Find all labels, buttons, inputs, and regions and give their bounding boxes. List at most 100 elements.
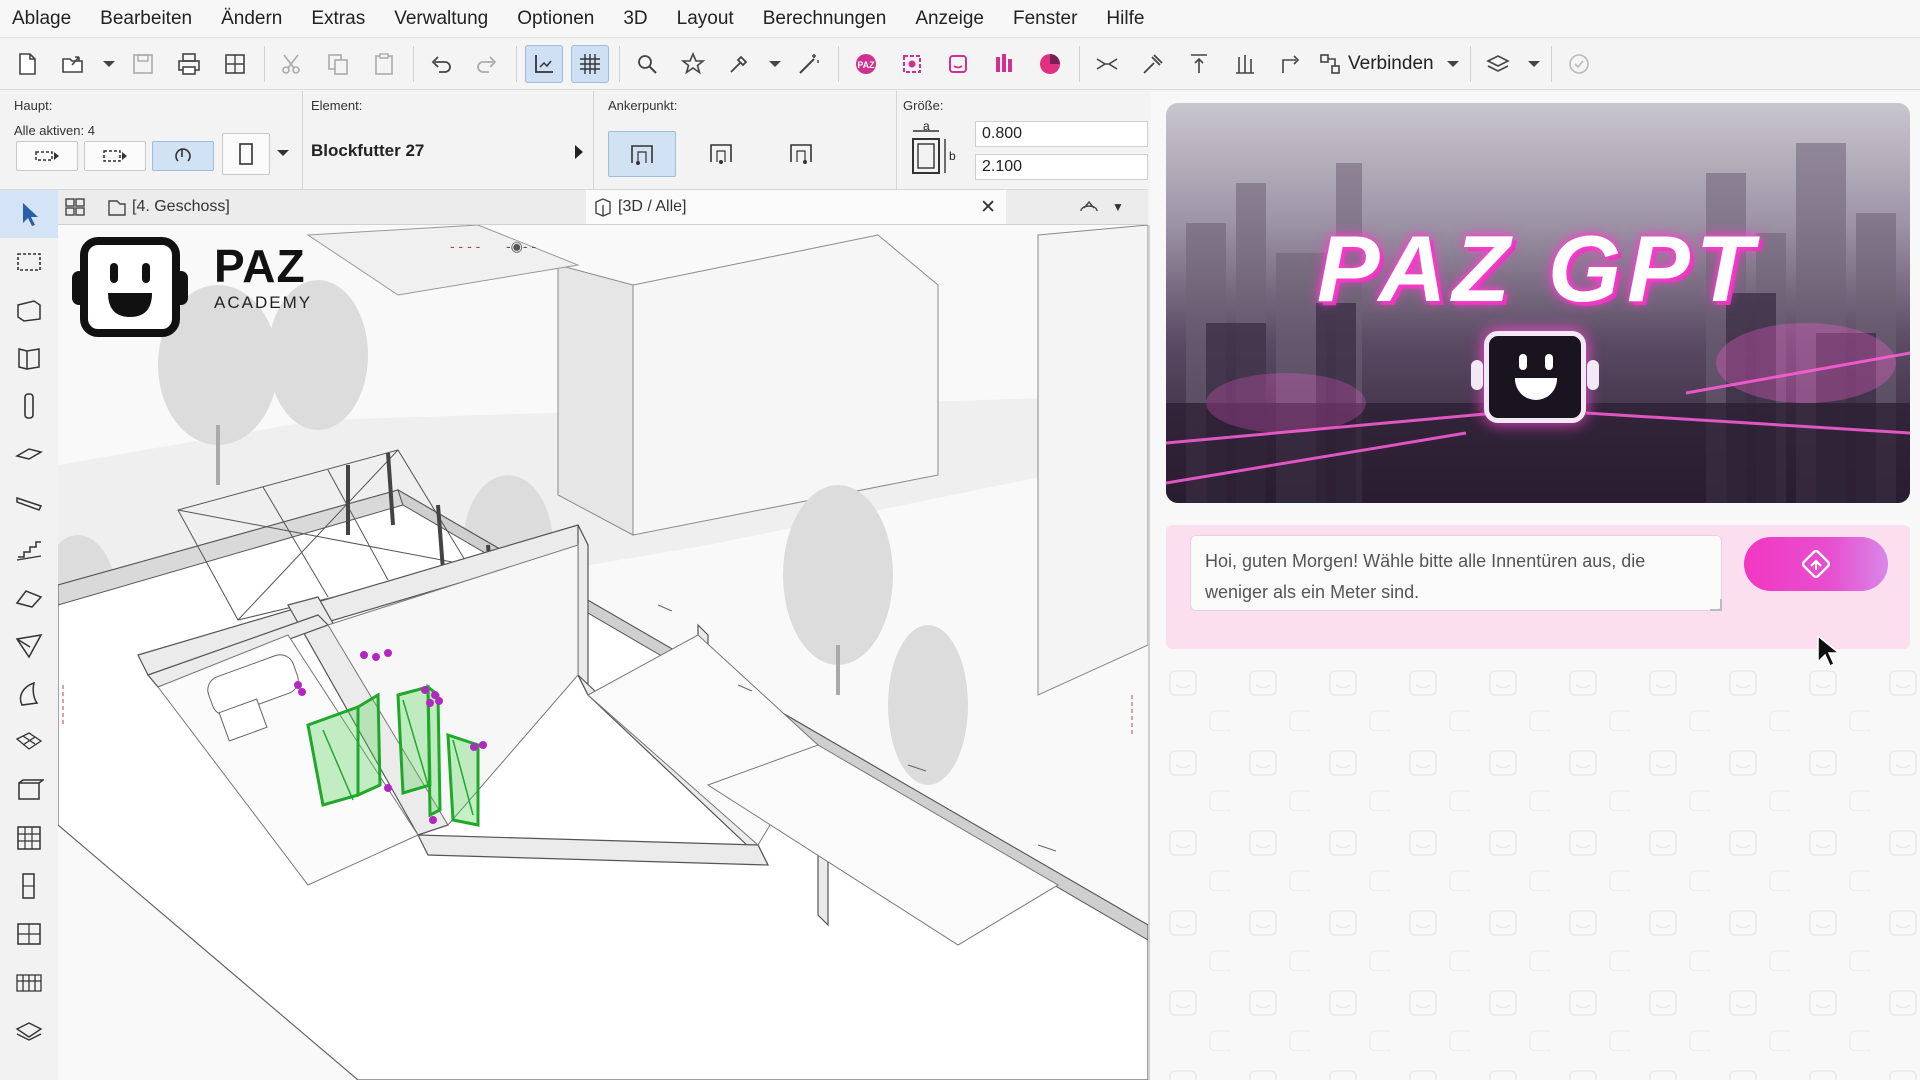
menu-fenster[interactable]: Fenster [1013,8,1077,30]
selection-filter-button[interactable] [84,141,146,171]
elevate-icon[interactable] [1180,45,1218,83]
chevron-down-icon[interactable] [274,133,292,173]
paz-academy-logo: PAZ ACADEMY [70,233,312,343]
cut-icon[interactable] [273,45,311,83]
favorites-star-icon[interactable] [674,45,712,83]
element-value[interactable]: Blockfutter 27 [311,141,424,161]
tab-floor-plan-label: [4. Geschoss] [132,198,230,215]
close-icon[interactable]: ✕ [980,196,996,219]
columns-plugin-icon[interactable] [985,45,1023,83]
column-tool-icon[interactable] [0,382,58,430]
svg-text:PAZ: PAZ [857,60,875,70]
stair-tool-icon[interactable] [0,526,58,574]
eyedropper-icon[interactable] [720,45,758,83]
menu-optionen[interactable]: Optionen [517,8,594,30]
dimension-b-label: b [949,149,956,163]
publish-icon[interactable] [216,45,254,83]
door-tool-icon[interactable] [0,334,58,382]
teamwork-icon[interactable] [1560,45,1598,83]
door-settings-button[interactable] [222,133,270,175]
trace-icon[interactable] [525,44,563,83]
info-box: Haupt: Alle aktiven: 4 Element: Blockfut… [0,91,1148,190]
svg-text:- - - -: - - - - [450,238,481,254]
copy-icon[interactable] [319,45,357,83]
chevron-down-icon[interactable] [766,45,784,83]
skylight-tool-icon[interactable] [0,910,58,958]
curtain-wall-tool-icon[interactable] [0,814,58,862]
send-button[interactable] [1744,537,1888,591]
paz-gpt-plugin-icon[interactable]: PAZ [847,45,885,83]
menu-bearbeiten[interactable]: Bearbeiten [100,8,192,30]
anchor-left-button[interactable] [608,131,676,177]
railing-tool-icon[interactable] [0,958,58,1006]
navigation-options-button[interactable]: ▼ [1078,190,1148,224]
anchor-right-button[interactable] [768,131,834,175]
menu-hilfe[interactable]: Hilfe [1106,8,1144,30]
layer-filter-button[interactable] [16,141,78,171]
object-tool-icon[interactable] [0,766,58,814]
find-select-icon[interactable] [628,45,666,83]
paz-gpt-mascot-icon [1471,331,1599,423]
anchor-center-button[interactable] [688,131,754,175]
chevron-right-icon[interactable] [575,145,583,159]
chat-input[interactable]: Hoi, guten Morgen! Wähle bitte alle Inne… [1190,535,1722,611]
tab-overview-grid-icon[interactable] [64,190,94,224]
width-field[interactable]: 0.800 [975,121,1148,147]
menu-ablage[interactable]: Ablage [12,8,71,30]
split-icon[interactable] [1088,45,1126,83]
3d-model-scene: - - - - -◉- - [58,225,1148,1080]
distribute-icon[interactable] [1226,45,1264,83]
height-field[interactable]: 2.100 [975,154,1148,180]
send-icon [1801,549,1831,579]
resize-handle-icon[interactable] [1710,599,1722,611]
beam-tool-icon[interactable] [0,430,58,478]
layers-icon[interactable] [1479,45,1517,83]
new-file-icon[interactable] [8,45,46,83]
magic-wand-icon[interactable] [790,45,828,83]
chevron-down-icon[interactable] [1525,45,1543,83]
wall-tool-icon[interactable] [0,286,58,334]
tab-3d-view[interactable]: [3D / Alle] ✕ [586,190,1006,224]
face-plugin-icon[interactable] [939,45,977,83]
paz-mascot-icon [72,237,188,337]
redo-icon[interactable] [468,45,506,83]
toolbar-divider [1079,45,1080,82]
menu-extras[interactable]: Extras [311,8,365,30]
menu-anzeige[interactable]: Anzeige [915,8,984,30]
verbinden-button[interactable]: Verbinden [1318,52,1434,76]
tab-floor-plan[interactable]: [4. Geschoss] [106,190,466,224]
menu-aendern[interactable]: Ändern [221,8,282,30]
rotate-element-button[interactable] [152,141,214,171]
morph-tool-icon[interactable] [0,670,58,718]
save-icon[interactable] [124,45,162,83]
menu-berechnungen[interactable]: Berechnungen [763,8,887,30]
menu-layout[interactable]: Layout [677,8,734,30]
chevron-down-icon[interactable] [100,45,118,83]
3d-view-icon [595,198,611,217]
slab-tool-icon[interactable] [0,478,58,526]
grid-icon[interactable] [571,44,609,83]
shell-tool-icon[interactable] [0,622,58,670]
marquee-icon[interactable] [0,238,58,286]
chevron-down-icon: ▼ [1112,200,1124,214]
logo-subtitle: ACADEMY [214,293,313,312]
focus-plugin-icon[interactable] [893,45,931,83]
chevron-down-icon[interactable] [1444,45,1462,83]
offset-icon[interactable] [1272,45,1310,83]
element-label: Element: [311,98,363,113]
window-tool-icon[interactable] [0,862,58,910]
print-icon[interactable] [170,45,208,83]
pie-plugin-icon[interactable] [1031,45,1069,83]
arrow-select-icon[interactable] [0,190,58,238]
mesh-tool-icon[interactable] [0,718,58,766]
paste-icon[interactable] [365,45,403,83]
zone-tool-icon[interactable] [0,1006,58,1054]
roof-tool-icon[interactable] [0,574,58,622]
adjust-icon[interactable] [1134,45,1172,83]
mouse-cursor-icon [1817,634,1840,668]
menu-verwaltung[interactable]: Verwaltung [394,8,488,30]
undo-icon[interactable] [422,45,460,83]
3d-viewport[interactable]: - - - - -◉- - PAZ ACADEMY [58,225,1150,1080]
open-file-icon[interactable] [54,45,92,83]
menu-3d[interactable]: 3D [623,8,647,30]
